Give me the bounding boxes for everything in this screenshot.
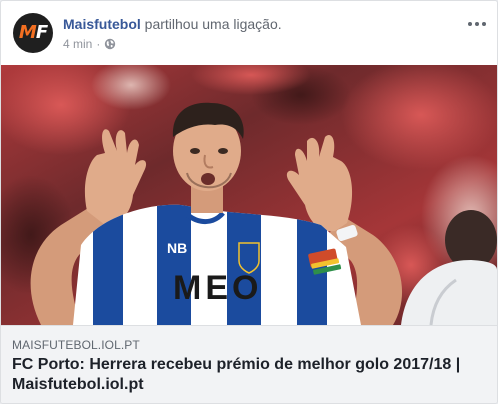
post-action-text: partilhou uma ligação.	[140, 16, 282, 32]
more-options-icon[interactable]	[467, 17, 487, 31]
avatar-logo-m: M	[18, 22, 37, 43]
meta-separator: ·	[96, 37, 101, 51]
feed-post-card: MF Maisfutebol partilhou uma ligação. 4 …	[0, 0, 498, 404]
link-preview-image[interactable]: NB MEO	[1, 65, 497, 325]
page-name-link[interactable]: Maisfutebol	[63, 16, 141, 32]
link-domain: MAISFUTEBOL.IOL.PT	[12, 338, 140, 352]
page-avatar[interactable]: MF	[13, 13, 53, 53]
post-meta: 4 min ·	[63, 36, 116, 52]
globe-icon[interactable]	[104, 38, 116, 50]
avatar-logo: MF	[13, 13, 53, 53]
post-author-line: Maisfutebol partilhou uma ligação.	[63, 15, 282, 33]
jersey-sponsor-text: MEO	[173, 269, 262, 307]
sleeve-logo: NB	[167, 240, 187, 256]
post-timestamp[interactable]: 4 min	[63, 36, 92, 52]
avatar-logo-f: F	[35, 22, 48, 43]
link-title[interactable]: FC Porto: Herrera recebeu prémio de melh…	[12, 355, 484, 395]
post-header: MF Maisfutebol partilhou uma ligação. 4 …	[1, 1, 497, 65]
link-preview-caption[interactable]: MAISFUTEBOL.IOL.PT FC Porto: Herrera rec…	[1, 325, 497, 403]
